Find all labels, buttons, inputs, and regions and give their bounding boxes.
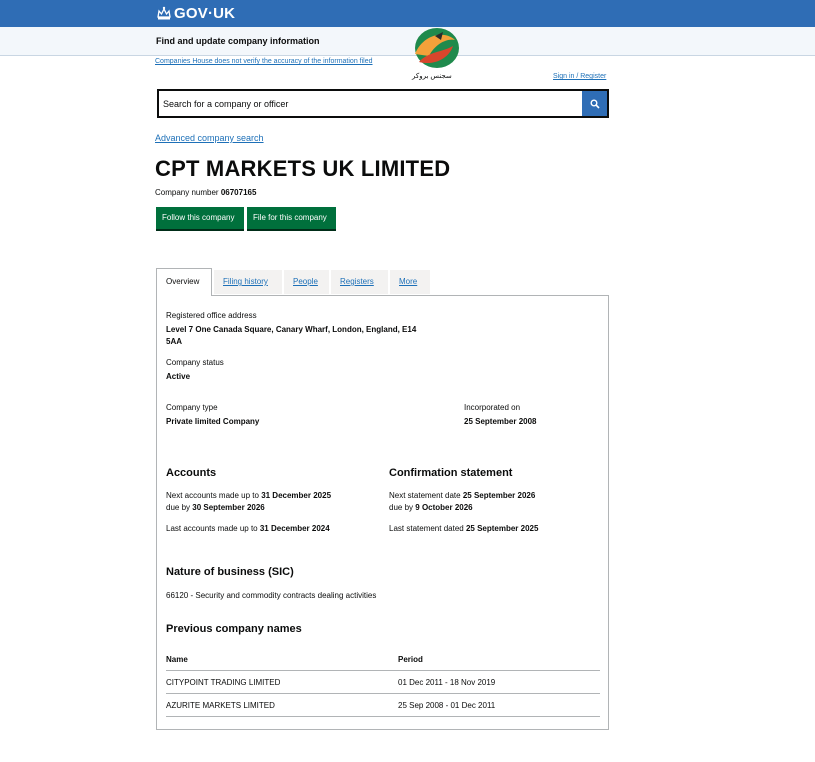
sign-in-link[interactable]: Sign in / Register: [553, 73, 606, 80]
overview-panel: Registered office address Level 7 One Ca…: [156, 295, 609, 730]
previous-names-heading: Previous company names: [166, 623, 302, 635]
govuk-header: GOV·UK: [0, 0, 815, 27]
accounts-next-date: 31 December 2025: [261, 491, 332, 500]
accounts-next: Next accounts made up to 31 December 202…: [166, 490, 331, 502]
column-header-period: Period: [398, 655, 423, 664]
govuk-logo[interactable]: GOV·UK: [174, 5, 235, 22]
tab-overview[interactable]: Overview: [156, 268, 212, 296]
file-company-button[interactable]: File for this company: [247, 207, 336, 229]
type-label: Company type: [166, 403, 218, 412]
address-label: Registered office address: [166, 311, 257, 320]
company-number-value: 06707165: [220, 188, 257, 197]
follow-company-button[interactable]: Follow this company: [156, 207, 244, 229]
confirmation-last-date: 25 September 2025: [465, 524, 539, 533]
company-name: CPT MARKETS UK LIMITED: [155, 156, 451, 181]
sic-code: 66120 - Security and commodity contracts…: [166, 591, 377, 600]
confirmation-last: Last statement dated 25 September 2025: [389, 523, 538, 535]
advanced-search-link[interactable]: Advanced company search: [155, 133, 264, 143]
logo-caption: سجنس بروکر: [412, 73, 452, 80]
address-line-1: Level 7 One Canada Square, Canary Wharf,…: [166, 325, 417, 334]
accounts-due-label: due by: [166, 503, 191, 512]
confirmation-next-date: 25 September 2026: [462, 491, 536, 500]
search-icon: [590, 99, 600, 109]
address-line-2: 5AA: [166, 337, 183, 346]
incorporated-value: 25 September 2008: [464, 417, 537, 426]
confirmation-next-label: Next statement date: [389, 491, 461, 500]
incorporated-label: Incorporated on: [464, 403, 521, 412]
accounts-due-date: 30 September 2026: [192, 503, 265, 512]
previous-name: AZURITE MARKETS LIMITED: [166, 701, 275, 710]
status-label: Company status: [166, 358, 224, 367]
table-row: CITYPOINT TRADING LIMITED 01 Dec 2011 - …: [166, 671, 600, 694]
confirmation-next: Next statement date 25 September 2026: [389, 490, 535, 502]
search-input[interactable]: [163, 95, 575, 113]
accounts-heading: Accounts: [166, 467, 217, 479]
table-header-row: Name Period: [166, 648, 600, 671]
column-header-name: Name: [166, 655, 188, 664]
status-value: Active: [166, 372, 191, 381]
type-value: Private limited Company: [166, 417, 260, 426]
crown-icon: [157, 6, 171, 20]
disclaimer-link[interactable]: Companies House does not verify the accu…: [155, 58, 373, 65]
confirmation-last-label: Last statement dated: [389, 524, 464, 533]
tab-people[interactable]: People: [284, 270, 329, 294]
company-number-label: Company number: [155, 188, 219, 197]
company-number: Company number 06707165: [155, 188, 256, 197]
previous-period: 25 Sep 2008 - 01 Dec 2011: [398, 701, 496, 710]
service-name[interactable]: Find and update company information: [156, 36, 320, 46]
confirmation-due-label: due by: [389, 503, 414, 512]
tab-registers[interactable]: Registers: [331, 270, 388, 294]
nature-heading: Nature of business (SIC): [166, 566, 294, 578]
confirmation-due-date: 9 October 2026: [415, 503, 473, 512]
search-box: [157, 89, 609, 118]
accounts-next-label: Next accounts made up to: [166, 491, 259, 500]
table-row: AZURITE MARKETS LIMITED 25 Sep 2008 - 01…: [166, 694, 600, 717]
accounts-last: Last accounts made up to 31 December 202…: [166, 523, 330, 535]
previous-name: CITYPOINT TRADING LIMITED: [166, 678, 281, 687]
confirmation-heading: Confirmation statement: [389, 467, 513, 479]
confirmation-due: due by 9 October 2026: [389, 502, 473, 514]
previous-period: 01 Dec 2011 - 18 Nov 2019: [398, 678, 496, 687]
accounts-due: due by 30 September 2026: [166, 502, 265, 514]
accounts-last-date: 31 December 2024: [259, 524, 330, 533]
tab-more[interactable]: More: [390, 270, 430, 294]
accounts-last-label: Last accounts made up to: [166, 524, 258, 533]
tab-filing-history[interactable]: Filing history: [214, 270, 282, 294]
search-button[interactable]: [582, 91, 607, 116]
previous-names-table: Name Period CITYPOINT TRADING LIMITED 01…: [166, 648, 600, 717]
